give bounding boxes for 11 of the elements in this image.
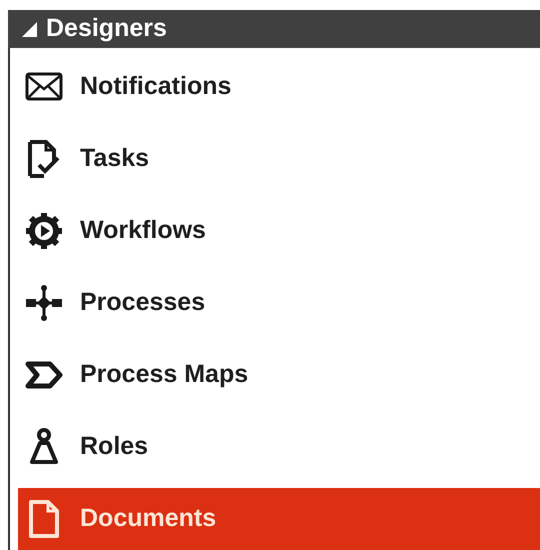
sidebar-item[interactable]: Tasks — [18, 128, 540, 190]
sidebar-item[interactable]: Process Maps — [18, 344, 540, 406]
sidebar-item[interactable]: Processes — [18, 272, 540, 334]
panel-header[interactable]: Designers — [8, 10, 540, 48]
flowchart-icon — [24, 283, 64, 323]
sidebar-item[interactable]: Workflows — [18, 200, 540, 262]
sidebar-item[interactable]: Roles — [18, 416, 540, 478]
gear-play-icon — [24, 211, 64, 251]
collapse-triangle-icon[interactable] — [20, 20, 38, 38]
sidebar-item[interactable]: Notifications — [18, 56, 540, 118]
sidebar-item[interactable]: Documents — [18, 488, 540, 550]
